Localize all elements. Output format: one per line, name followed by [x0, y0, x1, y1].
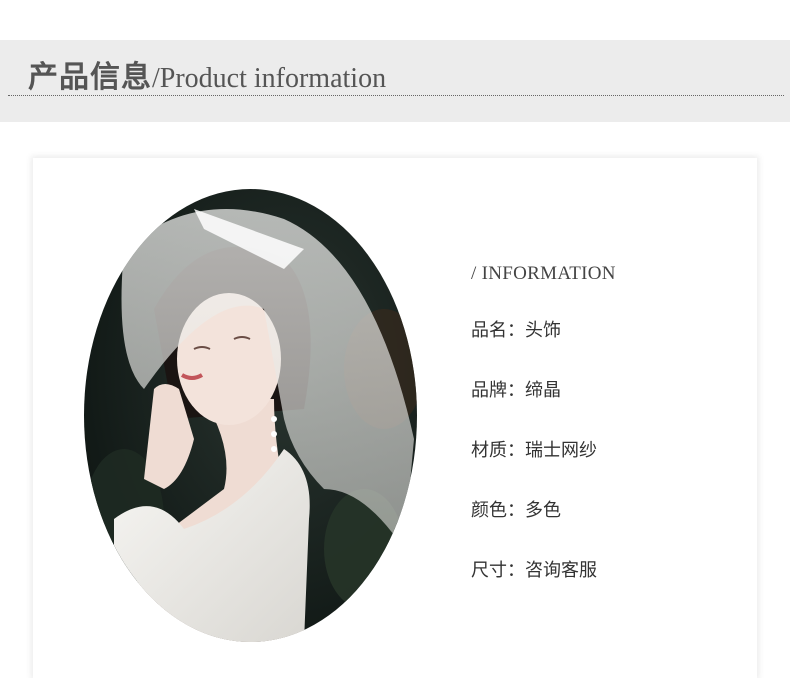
product-info-list: / INFORMATION 品名：头饰 品牌：缔晶 材质：瑞士网纱 颜色：多色 … [471, 260, 771, 581]
info-label: 品名： [471, 320, 525, 341]
info-heading: / INFORMATION [471, 263, 616, 284]
section-title: 产品信息 /Product information [28, 52, 387, 95]
section-title-en: /Product information [152, 63, 387, 94]
info-row-color: 颜色：多色 [471, 498, 561, 524]
info-label: 品牌： [471, 380, 525, 401]
info-value: 缔晶 [525, 380, 561, 401]
info-label: 尺寸： [471, 560, 525, 581]
info-value: 头饰 [525, 320, 561, 341]
section-title-cn: 产品信息 [28, 60, 152, 95]
dotted-divider [8, 95, 784, 96]
info-row-material: 材质：瑞士网纱 [471, 438, 597, 464]
info-value: 瑞士网纱 [525, 440, 597, 461]
info-row-name: 品名：头饰 [471, 318, 561, 344]
info-value: 多色 [525, 500, 561, 521]
product-photo [84, 189, 417, 642]
veil-model-image [84, 209, 417, 642]
info-label: 材质： [471, 440, 525, 461]
info-row-size: 尺寸：咨询客服 [471, 558, 597, 584]
info-value: 咨询客服 [525, 560, 597, 581]
info-row-brand: 品牌：缔晶 [471, 378, 561, 404]
info-label: 颜色： [471, 500, 525, 521]
